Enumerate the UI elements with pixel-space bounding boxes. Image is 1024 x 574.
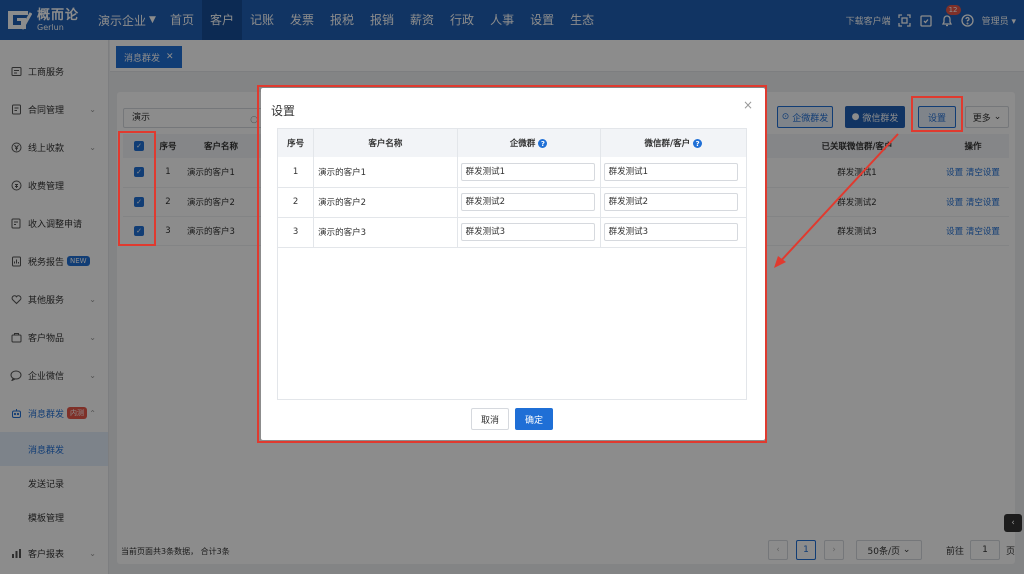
column-header-label: 企微群 — [509, 139, 536, 149]
wechat-group-input[interactable]: 群发测试1 — [603, 162, 738, 181]
close-icon[interactable]: × — [743, 98, 753, 112]
wechat-group-input[interactable]: 群发测试2 — [603, 193, 738, 211]
cell-name: 演示的客户3 — [313, 217, 458, 248]
confirm-button[interactable]: 确定 — [515, 408, 553, 430]
help-icon[interactable]: ? — [693, 139, 703, 148]
wework-group-input[interactable]: 群发测试1 — [460, 162, 595, 181]
column-header-wework: 企微群? — [457, 129, 601, 157]
cancel-button[interactable]: 取消 — [471, 408, 509, 430]
column-header-seq: 序号 — [278, 129, 315, 157]
table-row: 1 演示的客户1 群发测试1 群发测试1 — [278, 157, 746, 188]
column-header-label: 微信群/客户 — [644, 139, 691, 149]
cell-name: 演示的客户1 — [313, 157, 458, 188]
table-row: 2 演示的客户2 群发测试2 群发测试2 — [278, 187, 746, 218]
wechat-group-input[interactable]: 群发测试3 — [603, 223, 738, 241]
cell-seq: 2 — [278, 187, 315, 218]
help-icon[interactable]: ? — [538, 139, 548, 148]
cell-name: 演示的客户2 — [313, 187, 458, 218]
column-header-name: 客户名称 — [313, 129, 458, 157]
cell-seq: 3 — [278, 217, 315, 248]
wework-group-input[interactable]: 群发测试3 — [460, 223, 595, 241]
wework-group-input[interactable]: 群发测试2 — [460, 193, 595, 211]
dialog-table: 序号 客户名称 企微群? 微信群/客户? 1 演示的客户1 群发测试1 群发测试1 2 演… — [277, 128, 747, 400]
dialog-title: 设置 — [271, 104, 296, 118]
table-row: 3 演示的客户3 群发测试3 群发测试3 — [278, 217, 746, 248]
settings-dialog: 设置 × 序号 客户名称 企微群? 微信群/客户? 1 演示的客户1 群发测试1 群发… — [261, 88, 765, 440]
column-header-wechat: 微信群/客户? — [600, 129, 746, 157]
cell-seq: 1 — [278, 157, 315, 188]
